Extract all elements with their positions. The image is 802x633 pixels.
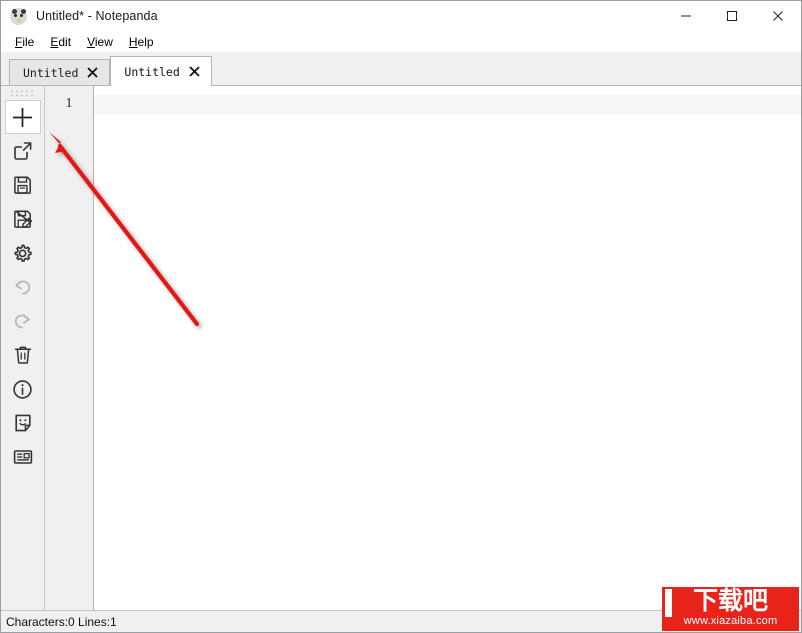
- tab-label: Untitled: [124, 64, 180, 79]
- app-window: Untitled* - Notepanda File Edit View Hel…: [0, 0, 802, 633]
- current-line-highlight: [94, 95, 801, 115]
- sticky-note-smiley-icon: [14, 414, 31, 432]
- maximize-icon: [727, 11, 737, 21]
- menu-item-help[interactable]: Help: [122, 33, 163, 51]
- panda-eye-left: [13, 13, 17, 17]
- tab-untitled-2[interactable]: Untitled: [110, 56, 212, 86]
- close-icon: [189, 66, 200, 77]
- save-floppy-icon: [13, 176, 31, 194]
- drag-handle-dots[interactable]: [10, 89, 36, 98]
- tab-close-button[interactable]: [87, 67, 99, 78]
- drag-handle-icon: [10, 90, 33, 97]
- watermark-logo: 下载吧 www.xiazaiba.com: [662, 587, 799, 631]
- window-title: Untitled* - Notepanda: [36, 9, 158, 23]
- menu-item-edit[interactable]: Edit: [43, 33, 80, 51]
- undo-arrow-icon: [15, 280, 31, 294]
- window-controls: [663, 1, 801, 31]
- sidebar-item-layout[interactable]: [5, 440, 41, 474]
- panda-ear-right: [20, 8, 26, 14]
- sidebar-item-save-file[interactable]: [5, 168, 41, 202]
- save-as-pencil-icon: [13, 210, 32, 228]
- open-external-icon: [13, 142, 31, 160]
- sidebar-item-save-as-file[interactable]: [5, 202, 41, 236]
- close-button[interactable]: [755, 1, 801, 31]
- tab-untitled-1[interactable]: Untitled: [9, 59, 111, 85]
- menu-file-rest: ile: [22, 34, 35, 49]
- sidebar-item-settings[interactable]: [5, 236, 41, 270]
- menu-bar: File Edit View Help: [1, 31, 801, 52]
- menu-view-rest: iew: [94, 34, 113, 49]
- menu-view-accel: V: [87, 34, 95, 49]
- watermark-bar: [665, 589, 672, 617]
- sidebar-item-redo[interactable]: [5, 304, 41, 338]
- menu-item-view[interactable]: View: [80, 33, 122, 51]
- text-editor[interactable]: [94, 86, 801, 610]
- trash-icon: [14, 346, 31, 364]
- tab-bar: Untitled Untitled: [1, 52, 801, 86]
- redo-arrow-icon: [14, 314, 30, 328]
- line-number: 1: [65, 96, 73, 111]
- sidebar-item-undo[interactable]: [5, 270, 41, 304]
- close-icon: [87, 67, 99, 78]
- sidebar-item-delete[interactable]: [5, 338, 41, 372]
- watermark-title: 下载吧: [692, 587, 768, 615]
- info-circle-icon: [13, 379, 32, 399]
- sidebar-item-new-file[interactable]: [4, 100, 41, 134]
- line-number-gutter: 1: [45, 86, 94, 610]
- title-bar: Untitled* - Notepanda: [1, 1, 801, 31]
- sidebar-item-sticker[interactable]: [5, 406, 41, 440]
- gear-icon: [14, 243, 32, 262]
- watermark-url: www.xiazaiba.com: [683, 615, 778, 627]
- maximize-button[interactable]: [709, 1, 755, 31]
- sidebar-toolbar: [1, 86, 45, 610]
- tab-close-button[interactable]: [189, 66, 200, 77]
- plus-icon: [13, 107, 32, 127]
- menu-help-accel: H: [128, 34, 138, 49]
- sidebar-item-about[interactable]: [5, 372, 41, 406]
- card-layout-icon: [13, 450, 32, 464]
- menu-item-file[interactable]: File: [8, 33, 43, 51]
- panda-ear-left: [11, 8, 17, 14]
- menu-help-rest: elp: [137, 34, 154, 49]
- close-icon: [773, 11, 783, 21]
- tab-label: Untitled: [23, 65, 79, 80]
- status-text: Characters:0 Lines:1: [6, 614, 117, 629]
- panda-nose: [16, 18, 21, 22]
- panda-icon: [10, 7, 27, 25]
- main-area: 1: [1, 86, 801, 610]
- menu-edit-rest: dit: [58, 34, 72, 49]
- panda-eye-right: [20, 13, 24, 17]
- sidebar-item-open-file[interactable]: [5, 134, 41, 168]
- minimize-icon: [681, 15, 691, 17]
- minimize-button[interactable]: [663, 1, 709, 31]
